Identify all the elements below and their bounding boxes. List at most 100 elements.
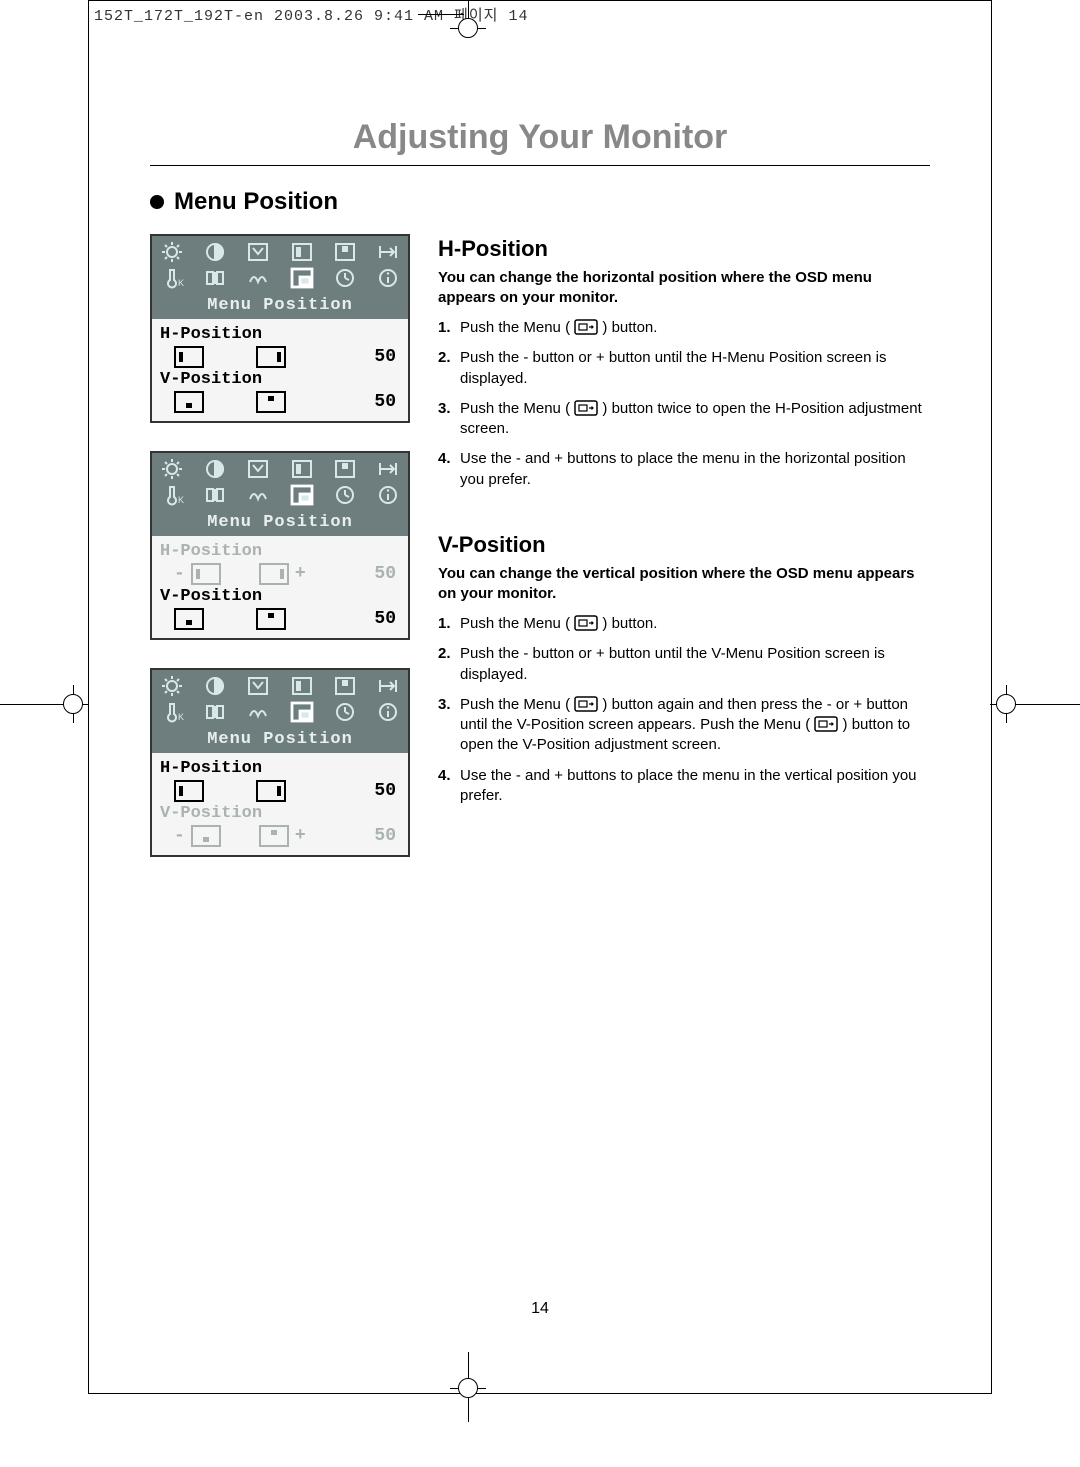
h-position-icon: [288, 240, 316, 264]
instructions-column: H-Position You can change the horizontal…: [438, 234, 930, 857]
osd-panel-default: K Menu Position H-Position: [150, 234, 410, 423]
crop-top-mark: [458, 18, 478, 38]
step-item: 1.Push the Menu ( ) button.: [438, 318, 930, 338]
svg-text:K: K: [178, 495, 184, 505]
osd-v-control: 50: [160, 391, 400, 413]
h-right-icon: [259, 563, 289, 585]
v-position-icon: [331, 674, 359, 698]
osd-body: H-Position 50 V-Position: [152, 319, 408, 421]
color-control-icon: [201, 266, 229, 290]
color-temp-icon: K: [158, 700, 186, 724]
step-text: Push the Menu ( ) button.: [460, 318, 930, 338]
brightness-icon: [158, 457, 186, 481]
h-left-icon: [174, 780, 204, 802]
brightness-icon: [158, 674, 186, 698]
bullet-icon: [150, 195, 164, 209]
info-icon: [374, 700, 402, 724]
section-heading: Menu Position: [150, 188, 930, 216]
v-position-heading: V-Position: [438, 530, 930, 560]
osd-v-value: 50: [374, 392, 400, 412]
display-time-icon: [331, 266, 359, 290]
osd-icon-grid: K: [152, 236, 408, 294]
v-position-steps: 1.Push the Menu ( ) button. 2.Push the -…: [438, 614, 930, 806]
section-title: Menu Position: [174, 188, 338, 216]
h-position-desc: You can change the horizontal position w…: [438, 268, 930, 309]
language-icon: [244, 700, 272, 724]
osd-panel-v-active: K Menu Position H-Position: [150, 668, 410, 857]
step-text: Push the - button or + button until the …: [460, 644, 930, 685]
info-icon: [374, 266, 402, 290]
crop-left-mark: [63, 694, 83, 714]
info-icon: [374, 483, 402, 507]
color-control-icon: [201, 700, 229, 724]
color-control-icon: [201, 483, 229, 507]
v-position-icon: [331, 240, 359, 264]
osd-icon-grid: K: [152, 453, 408, 511]
crop-header-rule: [418, 14, 464, 15]
osd-v-label: V-Position: [160, 804, 400, 823]
reset-icon: [374, 240, 402, 264]
minus-sign: -: [174, 826, 185, 846]
step-text: Use the - and + buttons to place the men…: [460, 766, 930, 807]
menu-button-icon: [574, 696, 598, 712]
menu-position-icon: [288, 483, 316, 507]
page-number: 14: [150, 1300, 930, 1318]
osd-h-label: H-Position: [160, 325, 400, 344]
minus-sign: -: [174, 564, 185, 584]
image-lock-icon: [244, 240, 272, 264]
plus-sign: +: [295, 564, 306, 584]
language-icon: [244, 266, 272, 290]
osd-v-control-active: - + 50: [160, 825, 400, 847]
v-position-icon: [331, 457, 359, 481]
page: 152T_172T_192T-en 2003.8.26 9:41 AM 페이지 …: [0, 0, 1080, 1467]
osd-icon-grid: K: [152, 670, 408, 728]
osd-panel-h-active: K Menu Position H-Position: [150, 451, 410, 640]
step-text: Push the Menu ( ) button again and then …: [460, 695, 930, 756]
step-text: Push the - button or + button until the …: [460, 348, 930, 389]
h-position-icon: [288, 674, 316, 698]
osd-h-control: 50: [160, 780, 400, 802]
menu-position-icon: [288, 266, 316, 290]
menu-button-icon: [574, 615, 598, 631]
menu-button-icon: [574, 319, 598, 335]
step-item: 3.Push the Menu ( ) button again and the…: [438, 695, 930, 756]
h-position-steps: 1.Push the Menu ( ) button. 2.Push the -…: [438, 318, 930, 490]
step-text: Push the Menu ( ) button.: [460, 614, 930, 634]
brightness-icon: [158, 240, 186, 264]
two-column-layout: K Menu Position H-Position: [150, 234, 930, 857]
osd-h-label: H-Position: [160, 759, 400, 778]
v-up-icon: [256, 391, 286, 413]
h-left-icon: [174, 346, 204, 368]
menu-position-icon: [288, 700, 316, 724]
image-lock-icon: [244, 674, 272, 698]
svg-text:K: K: [178, 712, 184, 722]
h-right-icon: [256, 346, 286, 368]
h-position-icon: [288, 457, 316, 481]
osd-column: K Menu Position H-Position: [150, 234, 410, 857]
step-text: Push the Menu ( ) button twice to open t…: [460, 399, 930, 440]
osd-v-label: V-Position: [160, 587, 400, 606]
svg-text:K: K: [178, 278, 184, 288]
v-down-icon: [174, 608, 204, 630]
h-position-heading: H-Position: [438, 234, 930, 264]
menu-button-icon: [814, 716, 838, 732]
crop-bottom-mark: [458, 1378, 478, 1398]
step-item: 2.Push the - button or + button until th…: [438, 348, 930, 389]
color-temp-icon: K: [158, 483, 186, 507]
osd-h-label: H-Position: [160, 542, 400, 561]
reset-icon: [374, 674, 402, 698]
language-icon: [244, 483, 272, 507]
step-text: Use the - and + buttons to place the men…: [460, 449, 930, 490]
osd-h-value: 50: [374, 347, 400, 367]
v-position-desc: You can change the vertical position whe…: [438, 564, 930, 605]
h-right-icon: [256, 780, 286, 802]
step-item: 3.Push the Menu ( ) button twice to open…: [438, 399, 930, 440]
osd-v-control: 50: [160, 608, 400, 630]
page-title: Adjusting Your Monitor: [150, 118, 930, 166]
osd-v-value: 50: [374, 826, 400, 846]
image-lock-icon: [244, 457, 272, 481]
osd-h-value: 50: [374, 781, 400, 801]
step-item: 4.Use the - and + buttons to place the m…: [438, 766, 930, 807]
osd-v-value: 50: [374, 609, 400, 629]
step-item: 4.Use the - and + buttons to place the m…: [438, 449, 930, 490]
